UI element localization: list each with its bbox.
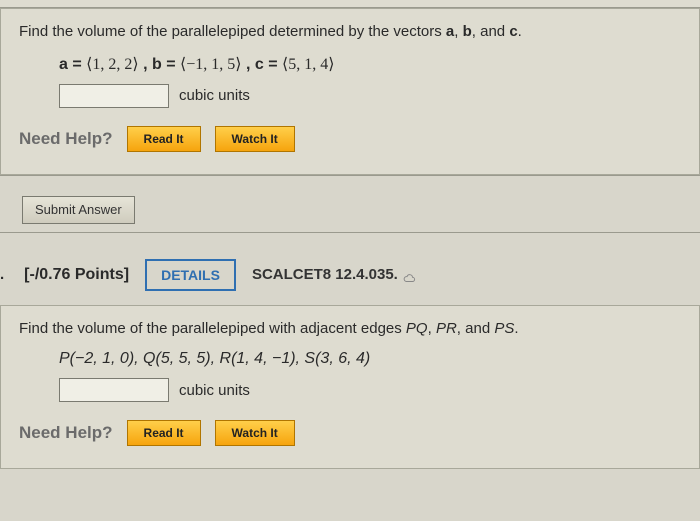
- cloud-icon: [402, 270, 416, 280]
- vector-a-label: a: [446, 23, 454, 40]
- q2-answer-input[interactable]: [59, 378, 169, 402]
- read-it-button[interactable]: Read It: [127, 420, 201, 446]
- q1-prompt: Find the volume of the parallelepiped de…: [19, 21, 681, 44]
- q2-header: . [-/0.76 Points] DETAILS SCALCET8 12.4.…: [0, 233, 700, 305]
- submit-row: Submit Answer: [0, 176, 700, 232]
- q2-prompt-text: Find the volume of the parallelepiped wi…: [19, 320, 406, 337]
- eq-b-val: ⟨−1, 1, 5⟩: [180, 56, 242, 73]
- watch-it-button[interactable]: Watch It: [215, 420, 295, 446]
- need-help-label: Need Help?: [19, 129, 113, 149]
- q2-help-row: Need Help? Read It Watch It: [19, 412, 681, 452]
- q1-answer-row: cubic units: [19, 82, 681, 118]
- q2-units: cubic units: [179, 382, 250, 399]
- question-2: Find the volume of the parallelepiped wi…: [0, 305, 700, 470]
- sep: ,: [428, 320, 436, 337]
- q1-units: cubic units: [179, 87, 250, 104]
- question-1: Find the volume of the parallelepiped de…: [0, 8, 700, 175]
- edge-pr: PR: [436, 320, 457, 337]
- q1-vectors: a = ⟨1, 2, 2⟩ , b = ⟨−1, 1, 5⟩ , c = ⟨5,…: [19, 50, 681, 82]
- submit-answer-button[interactable]: Submit Answer: [22, 196, 135, 224]
- textbook-ref-text: SCALCET8 12.4.035.: [252, 266, 398, 283]
- vector-b-label: b: [463, 23, 472, 40]
- sep: .: [518, 23, 522, 40]
- edge-pq: PQ: [406, 320, 428, 337]
- eq-b-pre: , b =: [143, 56, 180, 73]
- sep: ,: [454, 23, 462, 40]
- points-label: [-/0.76 Points]: [24, 266, 129, 284]
- eq-c-val: ⟨5, 1, 4⟩: [282, 56, 334, 73]
- eq-a-pre: a =: [59, 56, 86, 73]
- q2-prompt: Find the volume of the parallelepiped wi…: [19, 318, 681, 341]
- details-button[interactable]: DETAILS: [145, 259, 236, 291]
- list-prefix: .: [0, 266, 4, 283]
- q1-help-row: Need Help? Read It Watch It: [19, 118, 681, 158]
- watch-it-button[interactable]: Watch It: [215, 126, 295, 152]
- q2-answer-row: cubic units: [19, 376, 681, 412]
- need-help-label: Need Help?: [19, 423, 113, 443]
- q1-answer-input[interactable]: [59, 84, 169, 108]
- read-it-button[interactable]: Read It: [127, 126, 201, 152]
- sep: .: [514, 320, 518, 337]
- top-divider: [0, 0, 700, 8]
- sep: , and: [457, 320, 495, 337]
- edge-ps: PS: [494, 320, 514, 337]
- sep: , and: [472, 23, 510, 40]
- textbook-ref: SCALCET8 12.4.035.: [252, 266, 416, 283]
- eq-c-pre: , c =: [246, 56, 282, 73]
- q1-prompt-text: Find the volume of the parallelepiped de…: [19, 23, 446, 40]
- q2-points-list: P(−2, 1, 0), Q(5, 5, 5), R(1, 4, −1), S(…: [19, 346, 681, 376]
- vector-c-label: c: [509, 23, 517, 40]
- eq-a-val: ⟨1, 2, 2⟩: [86, 56, 138, 73]
